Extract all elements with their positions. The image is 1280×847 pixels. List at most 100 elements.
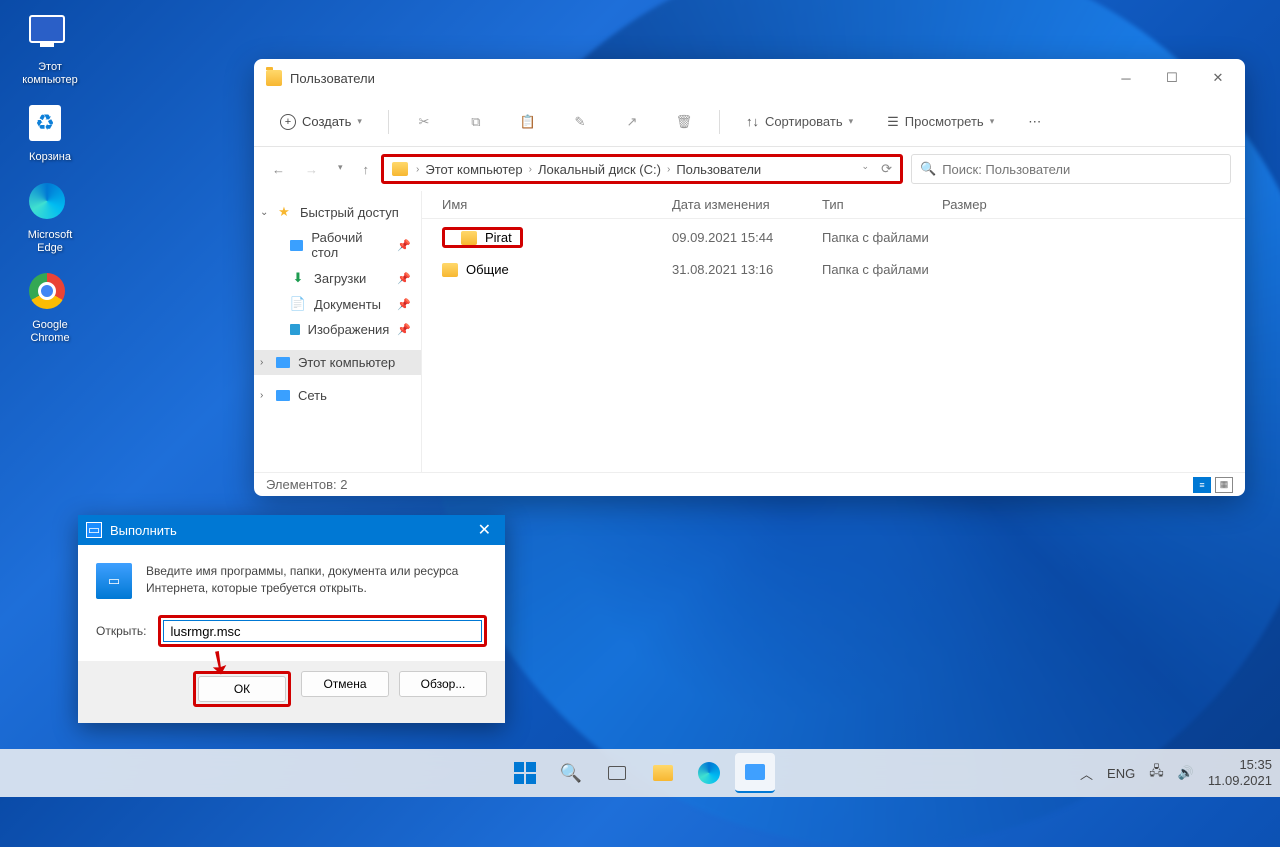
list-header: Имя Дата изменения Тип Размер <box>422 191 1245 219</box>
desktop-icon-chrome[interactable]: Google Chrome <box>15 273 85 345</box>
download-icon: ⬇ <box>290 270 306 286</box>
grid-view-button[interactable]: ▦ <box>1215 477 1233 493</box>
sort-button[interactable]: ↑↓ Сортировать ▾ <box>734 108 865 135</box>
view-button[interactable]: ☰ Просмотреть ▾ <box>875 108 1006 136</box>
details-view-button[interactable]: ≡ <box>1193 477 1211 493</box>
file-name: Общие <box>466 262 509 277</box>
start-button[interactable] <box>505 753 545 793</box>
sidebar-item-network[interactable]: › Сеть <box>254 383 421 408</box>
breadcrumb[interactable]: Этот компьютер <box>421 160 526 179</box>
breadcrumb[interactable]: Локальный диск (C:) <box>534 160 665 179</box>
browse-button[interactable]: Обзор... <box>399 671 487 697</box>
explorer-titlebar: Пользователи ─ ☐ ✕ <box>254 59 1245 97</box>
clock-time: 15:35 <box>1208 757 1272 773</box>
chevron-down-icon: ▾ <box>849 116 854 127</box>
status-bar: Элементов: 2 ≡ ▦ <box>254 472 1245 496</box>
address-bar[interactable]: › Этот компьютер › Локальный диск (C:) ›… <box>381 154 903 184</box>
sidebar-item-desktop[interactable]: Рабочий стол 📌 <box>254 225 421 265</box>
share-button[interactable]: ↗ <box>611 107 653 137</box>
chevron-right-icon[interactable]: › <box>260 357 263 368</box>
rename-icon: ✎ <box>571 113 589 131</box>
taskbar: 🔍 ︿ ENG 🖧 🔊 15:35 11.09.2021 <box>0 749 1280 797</box>
sidebar-item-pictures[interactable]: Изображения 📌 <box>254 317 421 342</box>
taskbar-edge[interactable] <box>689 753 729 793</box>
folder-icon <box>461 231 477 245</box>
explorer-sidebar: ⌄ ★ Быстрый доступ Рабочий стол 📌 ⬇ Загр… <box>254 191 422 472</box>
file-row[interactable]: Общие 31.08.2021 13:16 Папка с файлами <box>422 256 1245 283</box>
cut-button[interactable]: ✂ <box>403 107 445 137</box>
cancel-button[interactable]: Отмена <box>301 671 389 697</box>
nav-back-button[interactable]: ← <box>268 158 289 181</box>
ok-button[interactable]: ОК <box>198 676 286 702</box>
file-row[interactable]: Pirat 09.09.2021 15:44 Папка с файлами <box>422 219 1245 256</box>
chevron-down-icon[interactable]: ⌄ <box>862 161 870 177</box>
sidebar-item-this-pc[interactable]: › Этот компьютер <box>254 350 421 375</box>
column-header-date[interactable]: Дата изменения <box>672 197 822 212</box>
pin-icon: 📌 <box>397 272 411 285</box>
delete-button[interactable]: 🗑 <box>663 107 705 137</box>
refresh-button[interactable]: ⟳ <box>881 161 892 177</box>
nav-recent-button[interactable]: ▾ <box>334 158 347 181</box>
explorer-window: Пользователи ─ ☐ ✕ + Создать ▾ ✂ ⧉ 📋 ✎ ↗… <box>254 59 1245 496</box>
chevron-right-icon[interactable]: › <box>260 390 263 401</box>
pin-icon: 📌 <box>397 239 411 252</box>
tray-chevron-up-icon[interactable]: ︿ <box>1080 764 1093 783</box>
clock[interactable]: 15:35 11.09.2021 <box>1208 757 1272 788</box>
folder-icon <box>442 263 458 277</box>
bin-icon <box>29 105 61 141</box>
language-indicator[interactable]: ENG <box>1107 766 1135 781</box>
search-button[interactable]: 🔍 <box>551 753 591 793</box>
column-header-type[interactable]: Тип <box>822 197 942 212</box>
desktop-icon-this-pc[interactable]: Этот компьютер <box>15 15 85 87</box>
document-icon: 📄 <box>290 296 306 312</box>
network-icon[interactable]: 🖧 <box>1149 762 1164 784</box>
volume-icon[interactable]: 🔊 <box>1178 765 1194 781</box>
task-view-button[interactable] <box>597 753 637 793</box>
file-type: Папка с файлами <box>822 262 942 277</box>
desktop-icon-edge[interactable]: Microsoft Edge <box>15 183 85 255</box>
sidebar-item-downloads[interactable]: ⬇ Загрузки 📌 <box>254 265 421 291</box>
column-header-name[interactable]: Имя <box>422 197 672 212</box>
search-input[interactable] <box>942 162 1222 177</box>
more-button[interactable]: ⋯ <box>1016 108 1053 136</box>
clock-date: 11.09.2021 <box>1208 773 1272 789</box>
taskbar-run[interactable] <box>735 753 775 793</box>
chevron-down-icon[interactable]: ⌄ <box>260 207 268 218</box>
run-title: Выполнить <box>110 523 177 538</box>
taskbar-explorer[interactable] <box>643 753 683 793</box>
desktop-icon-recycle-bin[interactable]: Корзина <box>15 105 85 164</box>
minimize-button[interactable]: ─ <box>1103 62 1149 94</box>
run-titlebar: ▭ Выполнить ✕ <box>78 515 505 545</box>
paste-button[interactable]: 📋 <box>507 107 549 137</box>
copy-button[interactable]: ⧉ <box>455 107 497 137</box>
sidebar-item-quick-access[interactable]: ⌄ ★ Быстрый доступ <box>254 199 421 225</box>
network-icon <box>276 390 290 401</box>
sidebar-item-documents[interactable]: 📄 Документы 📌 <box>254 291 421 317</box>
desktop-icon-label: Этот компьютер <box>15 61 85 87</box>
run-input[interactable] <box>163 620 482 642</box>
close-button[interactable]: ✕ <box>1195 62 1241 94</box>
nav-up-button[interactable]: ↑ <box>359 158 374 181</box>
desktop-icons-area: Этот компьютер Корзина Microsoft Edge Go… <box>15 15 85 363</box>
sidebar-label: Рабочий стол <box>311 230 389 260</box>
rename-button[interactable]: ✎ <box>559 107 601 137</box>
run-icon <box>745 764 765 780</box>
breadcrumb[interactable]: Пользователи <box>672 160 765 179</box>
maximize-button[interactable]: ☐ <box>1149 62 1195 94</box>
close-button[interactable]: ✕ <box>472 520 497 540</box>
explorer-navbar: ← → ▾ ↑ › Этот компьютер › Локальный дис… <box>254 147 1245 191</box>
new-button[interactable]: + Создать ▾ <box>268 108 374 136</box>
sidebar-label: Этот компьютер <box>298 355 395 370</box>
search-icon: 🔍 <box>920 161 936 177</box>
column-header-size[interactable]: Размер <box>942 197 1022 212</box>
nav-forward-button[interactable]: → <box>301 158 322 181</box>
cut-icon: ✂ <box>415 113 433 131</box>
search-box[interactable]: 🔍 <box>911 154 1231 184</box>
sidebar-label: Документы <box>314 297 381 312</box>
file-list: Имя Дата изменения Тип Размер Pirat 09.0… <box>422 191 1245 472</box>
file-date: 09.09.2021 15:44 <box>672 230 822 245</box>
status-text: Элементов: 2 <box>266 477 347 492</box>
copy-icon: ⧉ <box>467 113 485 131</box>
edge-icon <box>29 183 65 219</box>
taskview-icon <box>608 766 626 780</box>
